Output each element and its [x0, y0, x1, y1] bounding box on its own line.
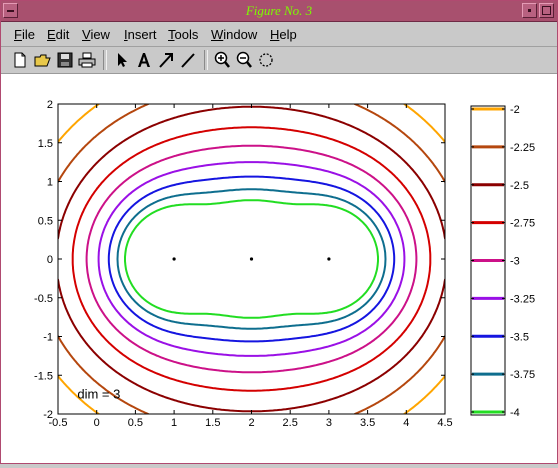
print-button[interactable] — [77, 50, 97, 70]
insert-text-button[interactable] — [134, 50, 154, 70]
menu-view[interactable]: View — [82, 27, 110, 42]
colorbar-label: -3 — [510, 256, 520, 268]
y-tick-label: -0.5 — [34, 293, 53, 305]
colorbar-label: -3.5 — [510, 331, 529, 343]
zoom-out-icon — [236, 51, 252, 68]
window-title: Figure No. 3 — [245, 3, 313, 18]
menu-window[interactable]: Window — [211, 27, 257, 42]
y-tick-label: 1 — [47, 177, 53, 189]
new-file-icon — [14, 52, 26, 68]
y-tick-label: -2 — [43, 409, 53, 421]
maximize-button[interactable] — [539, 3, 554, 18]
singular-point-marker — [172, 257, 176, 261]
menu-help[interactable]: Help — [270, 27, 297, 42]
open-file-button[interactable] — [33, 50, 53, 70]
insert-text-icon — [138, 53, 150, 67]
new-file-button[interactable] — [10, 50, 30, 70]
save-button[interactable] — [55, 50, 75, 70]
y-tick-label: 2 — [47, 99, 53, 111]
menu-tools[interactable]: Tools — [168, 27, 198, 42]
dim-annotation: dim = 3 — [77, 387, 120, 402]
x-tick-label: 3 — [326, 417, 332, 429]
maximize-icon — [542, 6, 551, 15]
zoom-in-icon — [214, 51, 230, 68]
singular-point-marker — [327, 257, 331, 261]
colorbar-label: -2.25 — [510, 142, 535, 154]
y-tick-label: 1.5 — [38, 138, 53, 150]
save-icon — [57, 52, 73, 68]
rotate-icon — [259, 53, 273, 67]
rotate-3d-button[interactable] — [256, 50, 276, 70]
menu-file[interactable]: File — [14, 27, 35, 42]
menu-edit[interactable]: Edit — [47, 27, 69, 42]
insert-arrow-button[interactable] — [156, 50, 176, 70]
menu-insert[interactable]: Insert — [124, 27, 157, 42]
y-tick-label: 0.5 — [38, 215, 53, 227]
y-tick-label: 0 — [47, 254, 53, 266]
toolbar-separator — [103, 50, 107, 70]
zoom-out-button[interactable] — [234, 50, 254, 70]
contour-plot: -0.5 0 0.5 1 1.5 2 2.5 3 3.5 4 4.521.510.50-0.5-1-… — [34, 99, 535, 429]
colorbar-label: -2.5 — [510, 180, 529, 192]
insert-line-button[interactable] — [178, 50, 198, 70]
figure-window: Figure No. 3 File Edit View Insert Tools… — [0, 0, 558, 464]
x-tick-label: 4 — [403, 417, 409, 429]
colorbar-label: -3.75 — [510, 369, 535, 381]
insert-line-icon — [181, 53, 195, 68]
x-tick-label: 0.5 — [128, 417, 143, 429]
menu-bar: File Edit View Insert Tools Window Help — [1, 22, 557, 47]
y-tick-label: -1.5 — [34, 370, 53, 382]
y-tick-label: -1 — [43, 332, 53, 344]
x-tick-label: 2.5 — [283, 417, 298, 429]
x-tick-label: 2 — [248, 417, 254, 429]
arrow-select-icon — [118, 53, 127, 67]
select-tool-button[interactable] — [112, 50, 132, 70]
x-tick-label: 1 — [171, 417, 177, 429]
x-tick-label: 0 — [94, 417, 100, 429]
title-bar[interactable]: Figure No. 3 — [1, 1, 557, 22]
colorbar-label: -4 — [510, 407, 520, 419]
colorbar-label: -3.25 — [510, 293, 535, 305]
minimize-button[interactable] — [522, 3, 537, 18]
open-folder-icon — [34, 54, 51, 67]
minimize-icon — [528, 9, 531, 12]
colorbar-label: -2 — [510, 104, 520, 116]
x-tick-label: 3.5 — [360, 417, 375, 429]
insert-arrow-icon — [159, 53, 173, 68]
print-icon — [78, 52, 96, 68]
x-tick-label: 4.5 — [437, 417, 452, 429]
toolbar-separator — [204, 50, 208, 70]
figure-canvas: -0.5 0 0.5 1 1.5 2 2.5 3 3.5 4 4.5 2 1.5 1 0.5 0 -0.5 -1-… — [1, 74, 557, 463]
x-tick-label: 1.5 — [205, 417, 220, 429]
colorbar-label: -2.75 — [510, 218, 535, 230]
zoom-in-button[interactable] — [212, 50, 232, 70]
toolbar — [1, 47, 557, 74]
singular-point-marker — [249, 257, 254, 261]
